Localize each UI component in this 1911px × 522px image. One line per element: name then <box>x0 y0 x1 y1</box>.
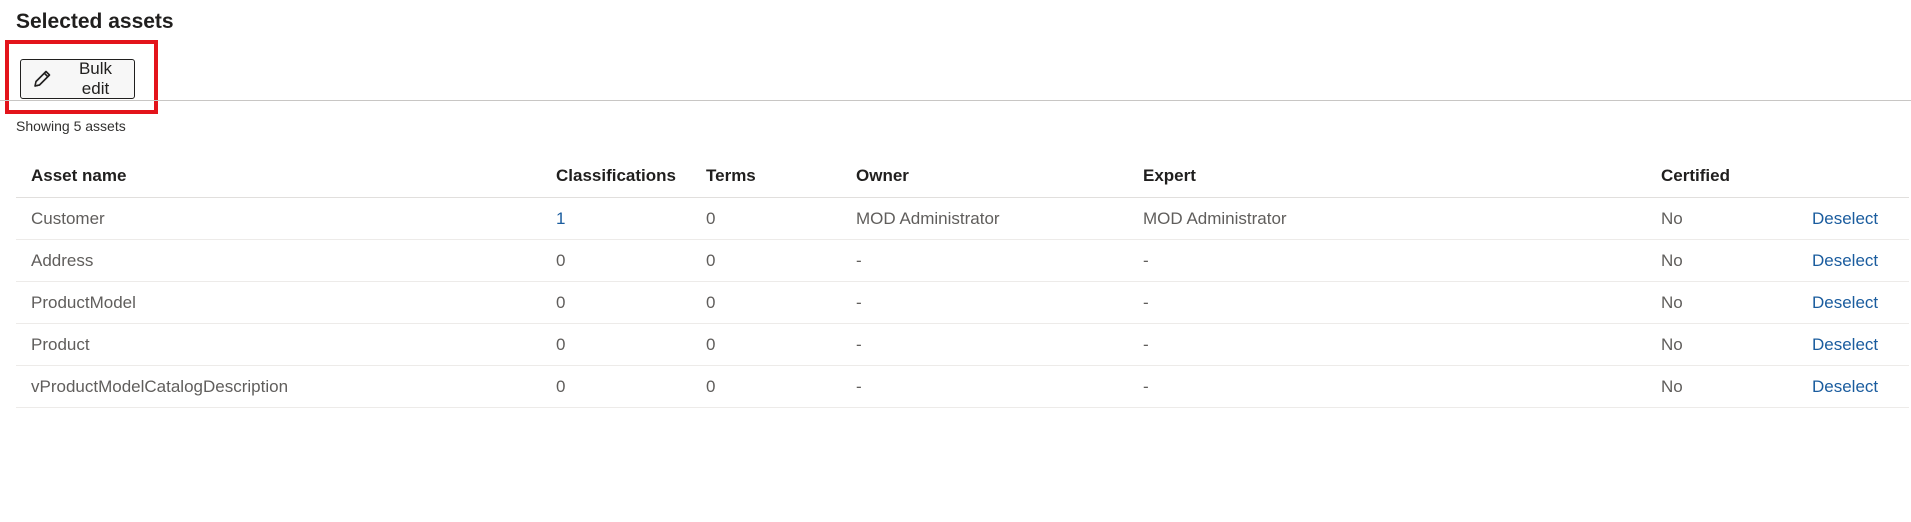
column-header-terms[interactable]: Terms <box>706 155 756 197</box>
table-row: Product 0 0 - - No Deselect <box>16 324 1909 366</box>
certified-cell: No <box>1661 334 1683 354</box>
owner-cell: MOD Administrator <box>856 208 1000 228</box>
table-row: Address 0 0 - - No Deselect <box>16 240 1909 282</box>
classifications-cell: 0 <box>556 292 566 312</box>
expert-cell: - <box>1143 292 1149 312</box>
classifications-count-link[interactable]: 1 <box>556 198 565 239</box>
asset-name-cell: Product <box>31 334 90 354</box>
column-header-expert[interactable]: Expert <box>1143 155 1196 197</box>
asset-count-text: Showing 5 assets <box>16 118 126 134</box>
deselect-link[interactable]: Deselect <box>1812 282 1878 323</box>
classifications-cell: 0 <box>556 334 566 354</box>
deselect-link[interactable]: Deselect <box>1812 240 1878 281</box>
deselect-link[interactable]: Deselect <box>1812 324 1878 365</box>
assets-table: Asset name Classifications Terms Owner E… <box>16 155 1909 408</box>
asset-name-cell: Address <box>31 250 94 270</box>
expert-cell: - <box>1143 334 1149 354</box>
certified-cell: No <box>1661 292 1683 312</box>
pencil-icon <box>31 68 53 90</box>
bulk-edit-button[interactable]: Bulk edit <box>20 59 135 99</box>
table-row: vProductModelCatalogDescription 0 0 - - … <box>16 366 1909 408</box>
asset-name-cell: Customer <box>31 208 105 228</box>
classifications-cell: 0 <box>556 376 566 396</box>
deselect-link[interactable]: Deselect <box>1812 198 1878 239</box>
terms-cell: 0 <box>706 376 716 396</box>
column-header-classifications[interactable]: Classifications <box>556 155 676 197</box>
terms-cell: 0 <box>706 292 716 312</box>
expert-cell: - <box>1143 376 1149 396</box>
page-title: Selected assets <box>16 10 174 33</box>
owner-cell: - <box>856 334 862 354</box>
owner-cell: - <box>856 292 862 312</box>
expert-cell: MOD Administrator <box>1143 208 1287 228</box>
table-header-row: Asset name Classifications Terms Owner E… <box>16 155 1909 198</box>
certified-cell: No <box>1661 376 1683 396</box>
certified-cell: No <box>1661 208 1683 228</box>
terms-cell: 0 <box>706 208 716 228</box>
owner-cell: - <box>856 376 862 396</box>
asset-name-cell: vProductModelCatalogDescription <box>31 376 289 396</box>
certified-cell: No <box>1661 250 1683 270</box>
terms-cell: 0 <box>706 334 716 354</box>
column-header-certified[interactable]: Certified <box>1661 155 1730 197</box>
expert-cell: - <box>1143 250 1149 270</box>
column-header-asset-name[interactable]: Asset name <box>31 155 126 197</box>
deselect-link[interactable]: Deselect <box>1812 366 1878 407</box>
classifications-cell: 0 <box>556 250 566 270</box>
owner-cell: - <box>856 250 862 270</box>
table-row: Customer 1 0 MOD Administrator MOD Admin… <box>16 198 1909 240</box>
bulk-edit-label: Bulk edit <box>78 59 113 98</box>
column-header-owner[interactable]: Owner <box>856 155 909 197</box>
terms-cell: 0 <box>706 250 716 270</box>
asset-name-cell: ProductModel <box>31 292 136 312</box>
table-row: ProductModel 0 0 - - No Deselect <box>16 282 1909 324</box>
toolbar-divider <box>0 100 1911 101</box>
